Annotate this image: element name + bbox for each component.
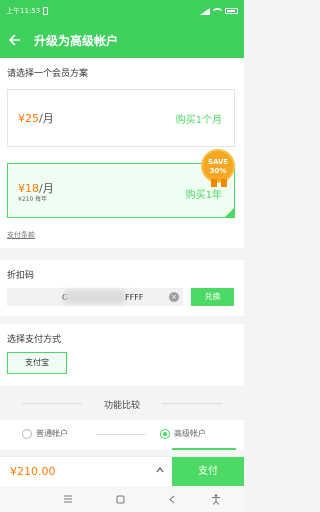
badge-ribbon-right xyxy=(221,179,227,187)
system-nav-bar xyxy=(0,486,244,512)
payment-option-alipay[interactable]: 支付宝 xyxy=(7,352,67,374)
clear-icon[interactable]: × xyxy=(169,292,179,302)
plans-section-title: 请选择一个会员方案 xyxy=(7,69,89,79)
plan-yearly[interactable]: ¥18/月 ¥210 每年 购买1年 xyxy=(7,163,235,218)
bluetooth-icon xyxy=(43,7,49,15)
payment-terms-link[interactable]: 支付条款 xyxy=(7,230,35,240)
radio-checked-icon xyxy=(160,428,170,439)
chevron-up-icon[interactable] xyxy=(156,466,164,474)
plan-monthly-price: ¥25/月 xyxy=(18,112,54,125)
plan-monthly-buy-label: 购买1个月 xyxy=(175,115,222,126)
compare-title: 功能比较 xyxy=(0,398,244,411)
tab-premium-account[interactable]: 高级帐户 xyxy=(160,428,206,439)
coupon-input[interactable]: G FFFF × xyxy=(7,288,183,306)
payment-section-title: 选择支付方式 xyxy=(7,335,62,345)
plan-monthly[interactable]: ¥25/月 购买1个月 xyxy=(7,89,235,147)
tab-basic-account[interactable]: 普通帐户 xyxy=(22,428,68,439)
menu-nav-icon[interactable] xyxy=(62,493,74,505)
plan-yearly-buy-label: 购买1年 xyxy=(185,190,222,201)
coupon-section-title: 折扣码 xyxy=(7,271,35,281)
signal-icon xyxy=(200,7,210,15)
wifi-icon xyxy=(213,7,222,15)
arrow-left-icon xyxy=(9,34,20,46)
tab-underline xyxy=(172,448,236,450)
app-toolbar: 升级为高级帐户 xyxy=(0,22,244,58)
compare-tabs: 普通帐户 高级帐户 xyxy=(0,420,244,450)
tab-divider xyxy=(96,434,146,435)
save-badge-line2: 30% xyxy=(209,167,227,175)
battery-icon xyxy=(225,8,238,14)
plan-yearly-subprice: ¥210 每年 xyxy=(18,196,48,203)
radio-icon xyxy=(22,428,32,439)
tab-basic-account-label: 普通帐户 xyxy=(36,429,68,438)
coupon-code-tail: FFFF xyxy=(125,292,144,302)
tab-premium-account-label: 高级帐户 xyxy=(174,429,206,438)
back-nav-icon[interactable] xyxy=(166,493,178,505)
checkout-bar: ¥210.00 支付 xyxy=(0,456,244,487)
status-time: 上午11:53 xyxy=(6,7,41,15)
pay-button[interactable]: 支付 xyxy=(172,457,244,487)
home-nav-icon[interactable] xyxy=(114,493,126,505)
back-button[interactable] xyxy=(0,22,30,58)
page-title: 升级为高级帐户 xyxy=(34,33,119,48)
accessibility-icon[interactable] xyxy=(210,493,222,505)
redeem-button[interactable]: 兑换 xyxy=(191,288,234,306)
selected-corner-icon xyxy=(225,208,234,217)
status-bar: 上午11:53 xyxy=(0,0,244,22)
save-badge-line1: SAVE xyxy=(207,158,229,166)
coupon-blurred-region xyxy=(65,290,125,304)
save-badge: SAVE 30% xyxy=(201,149,235,187)
badge-ribbon-left xyxy=(211,179,217,187)
total-price: ¥210.00 xyxy=(10,465,56,478)
